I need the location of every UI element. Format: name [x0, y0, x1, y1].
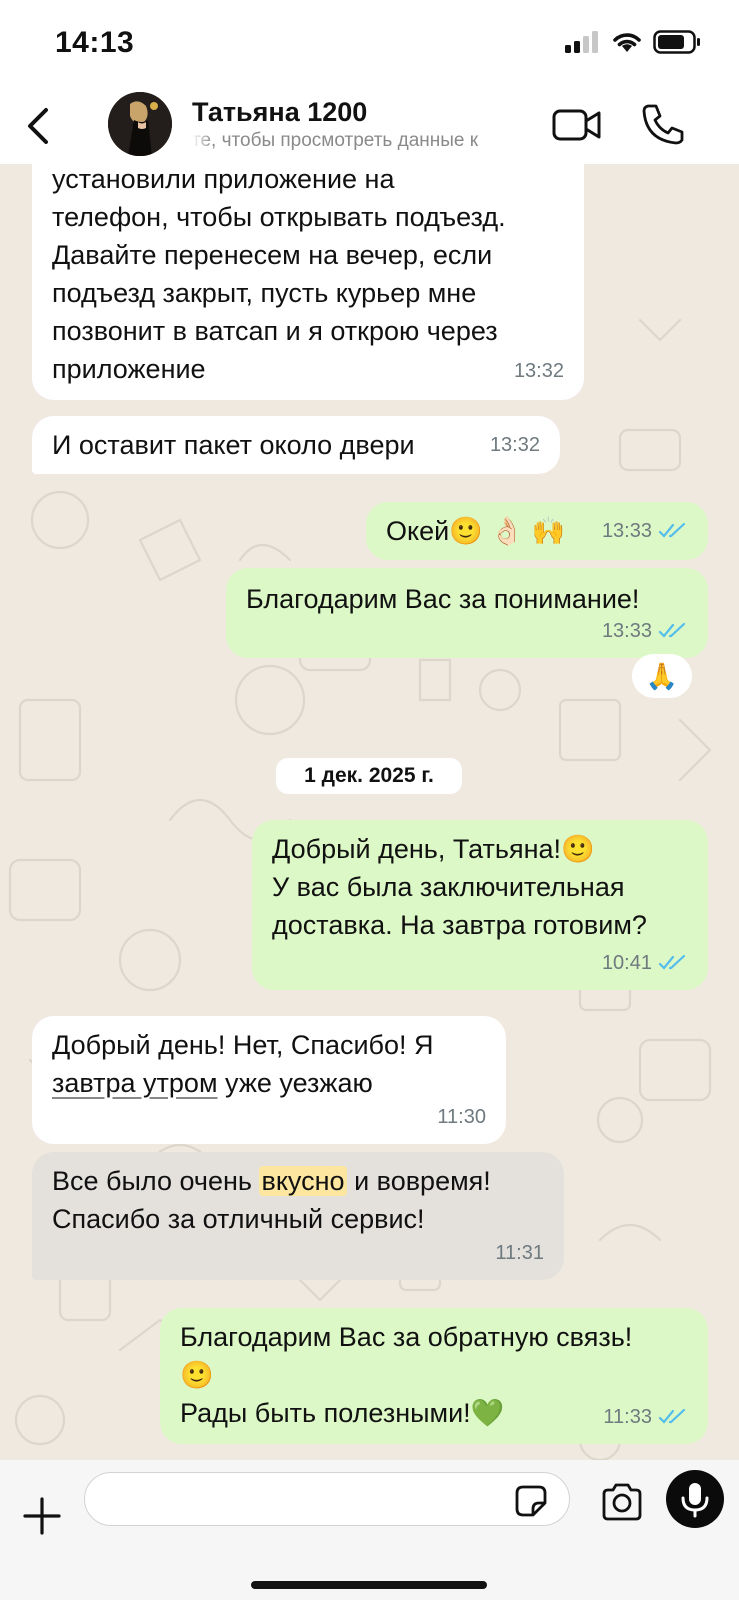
contact-avatar[interactable] [108, 92, 172, 156]
read-ticks-icon [658, 523, 686, 538]
message-text-line: Все было очень вкусно и вовремя! [52, 1162, 544, 1200]
read-ticks-icon [658, 623, 686, 638]
message-outgoing[interactable]: Окей🙂 👌🏻 🙌 13:33 [366, 502, 708, 560]
date-separator: 1 дек. 2025 г. [276, 758, 462, 794]
message-time: 11:31 [495, 1242, 544, 1264]
chevron-left-icon [28, 108, 48, 144]
message-text-line: установили приложение на [52, 164, 395, 194]
message-time: 10:41 [601, 952, 652, 974]
message-text-line: Добрый день, Татьяна!🙂 [272, 834, 595, 864]
message-incoming[interactable]: И оставит пакет около двери 13:32 [32, 416, 560, 474]
attach-button[interactable] [22, 1496, 62, 1536]
message-text-line: Добрый день! Нет, Спасибо! Я [52, 1030, 434, 1060]
microphone-icon [681, 1483, 709, 1518]
message-time: 13:32 [513, 360, 564, 382]
message-time: 13:33 [601, 520, 652, 542]
message-meta: 11:31 [495, 1234, 544, 1272]
sticker-icon [515, 1485, 547, 1517]
chat-header: Татьяна 1200 те, чтобы просмотреть данны… [0, 88, 739, 164]
message-meta: 11:33 [603, 1398, 688, 1436]
read-ticks-icon [658, 955, 686, 970]
contact-subtitle[interactable]: те, чтобы просмотреть данные к [192, 130, 542, 152]
message-time: 11:33 [603, 1406, 652, 1428]
message-text-line: Благодарим Вас за обратную связь! [180, 1322, 633, 1352]
message-meta: 13:32 [514, 352, 564, 390]
message-text-line: телефон, чтобы открывать подъезд. [52, 202, 506, 232]
plus-icon [23, 1497, 61, 1535]
camera-icon [602, 1483, 642, 1521]
battery-icon [653, 30, 700, 54]
message-text-fragment: уже уезжаю [217, 1068, 373, 1098]
message-incoming[interactable]: установили приложение на телефон, чтобы … [32, 150, 584, 400]
message-meta: 10:41 [602, 944, 688, 982]
camera-button[interactable] [600, 1482, 644, 1522]
video-call-button[interactable] [552, 106, 602, 144]
message-outgoing[interactable]: Добрый день, Татьяна!🙂 У вас была заключ… [252, 820, 708, 990]
message-time: 13:33 [601, 620, 652, 642]
message-time: 13:32 [489, 434, 540, 456]
wifi-icon [613, 33, 641, 52]
voice-call-button[interactable] [640, 102, 684, 146]
message-reaction[interactable]: 🙏 [632, 654, 692, 698]
message-text-line: приложение [52, 354, 206, 384]
message-outgoing[interactable]: Благодарим Вас за понимание! 13:33 [226, 568, 708, 658]
phone-icon [642, 104, 684, 145]
message-text: И оставит пакет около двери [52, 430, 415, 460]
detected-date-link[interactable]: завтра утром [52, 1068, 218, 1098]
message-text-line: доставка. На завтра готовим? [272, 910, 647, 940]
chat-messages: установили приложение на телефон, чтобы … [0, 150, 739, 1460]
cellular-signal-icon [565, 31, 598, 53]
back-button[interactable] [18, 104, 58, 148]
message-time: 11:30 [437, 1106, 486, 1128]
message-text-line: У вас была заключительная [272, 872, 625, 902]
message-composer [0, 1460, 739, 1600]
sticker-button[interactable] [514, 1484, 548, 1518]
message-outgoing[interactable]: Благодарим Вас за обратную связь! 🙂 Рады… [160, 1308, 708, 1444]
message-text-line: Давайте перенесем на вечер, если [52, 240, 493, 270]
message-meta: 13:33 [602, 502, 688, 560]
message-text-fragment: Все было очень [52, 1166, 260, 1196]
message-text-line: подъезд закрыт, пусть курьер мне [52, 278, 477, 308]
message-text-line: завтра утром уже уезжаю [52, 1064, 486, 1102]
message-incoming-selected[interactable]: Все было очень вкусно и вовремя! Спасибо… [32, 1152, 564, 1280]
voice-message-button[interactable] [666, 1470, 724, 1528]
avatar-photo-icon [108, 92, 172, 156]
read-ticks-icon [658, 1409, 686, 1424]
message-text-line: Спасибо за отличный сервис! [52, 1204, 425, 1234]
highlighted-word: вкусно [259, 1166, 347, 1196]
message-meta: 13:33 [602, 612, 688, 650]
status-time: 14:13 [55, 26, 135, 59]
message-input[interactable] [84, 1472, 570, 1526]
message-text: Окей🙂 👌🏻 🙌 [386, 516, 566, 546]
message-meta: 13:32 [490, 416, 540, 474]
message-text-fragment: и вовремя! [346, 1166, 491, 1196]
message-incoming[interactable]: Добрый день! Нет, Спасибо! Я завтра утро… [32, 1016, 506, 1144]
status-icons [565, 30, 701, 54]
contact-name[interactable]: Татьяна 1200 [192, 97, 367, 128]
home-indicator [251, 1581, 487, 1589]
message-text-line: позвонит в ватсап и я открою через [52, 316, 498, 346]
message-text-line: 🙂 [180, 1360, 214, 1390]
status-bar: 14:13 [0, 0, 739, 88]
message-meta: 11:30 [437, 1098, 486, 1136]
video-camera-icon [552, 109, 601, 141]
